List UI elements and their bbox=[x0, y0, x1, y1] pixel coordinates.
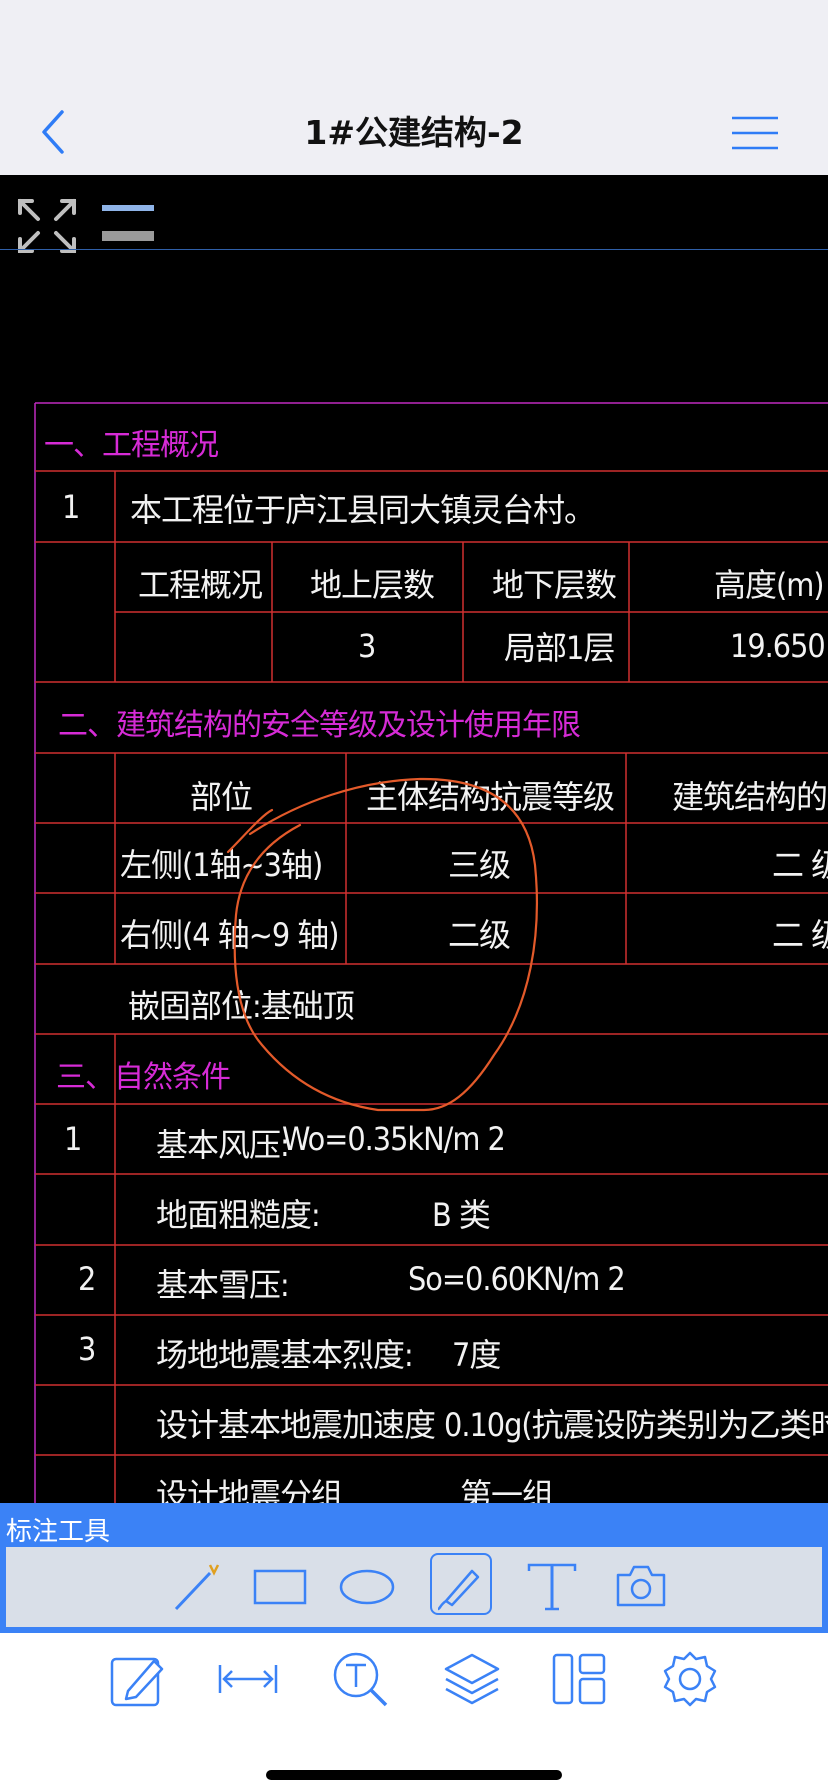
layers-icon bbox=[444, 1653, 500, 1705]
menu-button[interactable] bbox=[730, 114, 780, 154]
layers-button[interactable] bbox=[442, 1649, 502, 1709]
page-title: 1#公建结构-2 bbox=[304, 113, 524, 152]
layout-icon bbox=[552, 1653, 606, 1705]
drawing-canvas[interactable]: 一、工程概况 1 本工程位于庐江县同大镇灵台村。 工程概况 地上层数 地下层数 … bbox=[0, 175, 828, 1503]
layout-button[interactable] bbox=[550, 1649, 610, 1709]
home-indicator bbox=[266, 1770, 562, 1780]
pen-tool-icon bbox=[437, 1569, 480, 1611]
text-tool[interactable] bbox=[521, 1553, 583, 1615]
edit-icon bbox=[110, 1657, 164, 1707]
freehand-markup[interactable] bbox=[0, 175, 828, 1503]
ellipse-tool-icon bbox=[339, 1569, 395, 1605]
settings-icon bbox=[663, 1651, 717, 1707]
navigation-bar: 1#公建结构-2 bbox=[0, 0, 828, 175]
rectangle-tool-icon bbox=[253, 1569, 307, 1605]
line-tool-icon bbox=[174, 1564, 220, 1611]
annotation-toolbar-title: 标注工具 bbox=[6, 1517, 111, 1547]
text-search-button[interactable] bbox=[330, 1649, 390, 1709]
camera-tool[interactable] bbox=[610, 1553, 672, 1615]
measure-icon bbox=[218, 1665, 278, 1693]
text-tool-icon bbox=[527, 1563, 577, 1611]
annotation-tools bbox=[6, 1547, 822, 1627]
annotation-toolbar: 标注工具 bbox=[0, 1503, 828, 1633]
settings-button[interactable] bbox=[660, 1649, 720, 1709]
ellipse-tool[interactable] bbox=[336, 1553, 398, 1615]
menu-icon bbox=[732, 116, 778, 150]
rectangle-tool[interactable] bbox=[249, 1553, 311, 1615]
measure-button[interactable] bbox=[218, 1649, 278, 1709]
pen-tool[interactable] bbox=[430, 1553, 492, 1615]
edit-button[interactable] bbox=[108, 1649, 168, 1709]
line-tool[interactable] bbox=[166, 1553, 228, 1615]
bottom-toolbar bbox=[0, 1633, 828, 1792]
text-search-icon bbox=[333, 1652, 388, 1707]
camera-tool-icon bbox=[616, 1565, 666, 1607]
